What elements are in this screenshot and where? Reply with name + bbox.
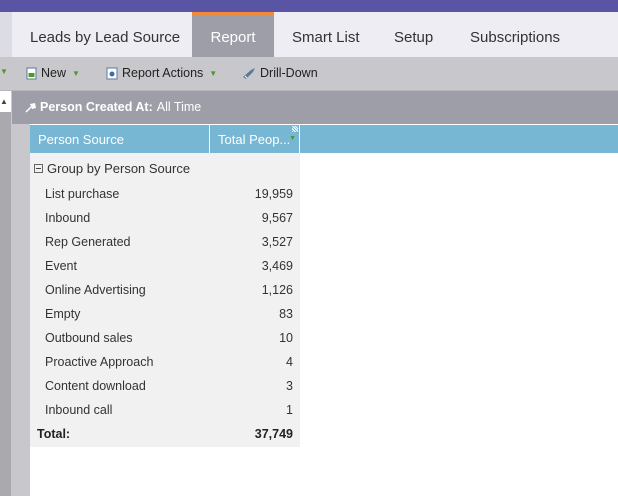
table-row[interactable]: Proactive Approach 4 <box>30 350 300 374</box>
report-actions-caret-icon: ▼ <box>209 68 218 78</box>
tab-smart-list[interactable]: Smart List <box>274 12 376 57</box>
row-total-value: 1,126 <box>261 283 293 297</box>
table-row[interactable]: List purchase 19,959 <box>30 182 300 206</box>
row-source-name: List purchase <box>45 187 120 201</box>
report-actions-button[interactable]: Report Actions ▼ <box>106 66 217 80</box>
report-grid: Person Source Total Peop... ▼ Group by P… <box>30 125 618 496</box>
new-dropdown-caret-icon: ▼ <box>72 68 80 78</box>
toolbar: ▼ New ▼ Report Actions ▼ Drill-Down <box>0 57 618 91</box>
side-scrollbar[interactable] <box>0 112 11 496</box>
table-row[interactable]: Event 3,469 <box>30 254 300 278</box>
row-source-name: Outbound sales <box>45 331 133 345</box>
table-row[interactable]: Inbound call 1 <box>30 398 300 422</box>
row-total-value: 10 <box>279 331 293 345</box>
row-total-value: 83 <box>279 307 293 321</box>
row-total-value: 1 <box>286 403 293 417</box>
row-total-value: 4 <box>286 355 293 369</box>
row-source-name: Rep Generated <box>45 235 131 249</box>
column-header-total-people[interactable]: Total Peop... ▼ <box>210 125 300 153</box>
drill-down-button[interactable]: Drill-Down <box>242 66 318 80</box>
table-row[interactable]: Content download 3 <box>30 374 300 398</box>
total-label: Total: <box>37 427 71 441</box>
row-source-name: Proactive Approach <box>45 355 154 369</box>
column-header-person-source[interactable]: Person Source <box>30 125 210 153</box>
table-row[interactable]: Inbound 9,567 <box>30 206 300 230</box>
grid-header-row: Person Source Total Peop... ▼ <box>30 125 618 153</box>
grid-body: Group by Person Source List purchase 19,… <box>30 153 300 447</box>
filter-pin-icon[interactable] <box>24 101 38 114</box>
total-row: Total: 37,749 <box>30 422 300 446</box>
table-row[interactable]: Outbound sales 10 <box>30 326 300 350</box>
row-source-name: Inbound <box>45 211 91 225</box>
row-source-name: Inbound call <box>45 403 113 417</box>
row-total-value: 3,527 <box>261 235 293 249</box>
report-actions-icon <box>106 67 118 79</box>
app-top-bar <box>0 0 618 12</box>
filter-label: Person Created At: <box>40 100 153 114</box>
grid-gutter <box>12 91 30 496</box>
table-row[interactable]: Rep Generated 3,527 <box>30 230 300 254</box>
new-document-icon <box>26 67 37 79</box>
column-header-total-label: Total Peop... <box>218 132 291 147</box>
row-source-name: Empty <box>45 307 81 321</box>
tab-setup[interactable]: Setup <box>376 12 452 57</box>
left-caret-icon[interactable]: ▼ <box>0 67 8 76</box>
group-label: Group by Person Source <box>47 160 191 176</box>
table-row[interactable]: Online Advertising 1,126 <box>30 278 300 302</box>
new-button-label: New <box>41 66 67 80</box>
tab-report[interactable]: Report <box>192 12 274 57</box>
row-total-value: 3,469 <box>261 259 293 273</box>
new-button[interactable]: New ▼ <box>26 66 80 80</box>
row-total-value: 3 <box>286 379 293 393</box>
tab-leads-by-lead-source[interactable]: Leads by Lead Source <box>12 12 192 57</box>
tab-bar: Leads by Lead Source Report Smart List S… <box>12 12 618 57</box>
total-value: 37,749 <box>254 427 293 441</box>
drill-down-label: Drill-Down <box>260 66 318 80</box>
table-row[interactable]: Empty 83 <box>30 302 300 326</box>
group-header-row[interactable]: Group by Person Source <box>30 158 190 178</box>
filter-value[interactable]: All Time <box>157 100 201 114</box>
filter-bar: Person Created At: All Time <box>12 91 618 124</box>
row-total-value: 9,567 <box>261 211 293 225</box>
row-total-value: 19,959 <box>254 187 293 201</box>
report-actions-label: Report Actions <box>122 66 204 80</box>
column-resize-grip-icon[interactable] <box>292 126 298 132</box>
tab-subscriptions[interactable]: Subscriptions <box>452 12 562 57</box>
row-source-name: Online Advertising <box>45 283 146 297</box>
drill-down-icon <box>243 67 255 79</box>
row-source-name: Event <box>45 259 77 273</box>
collapse-toggle-icon[interactable] <box>34 163 43 173</box>
column-sort-caret-icon[interactable]: ▼ <box>289 135 296 142</box>
scroll-up-icon[interactable]: ▲ <box>0 97 8 106</box>
row-source-name: Content download <box>45 379 146 393</box>
